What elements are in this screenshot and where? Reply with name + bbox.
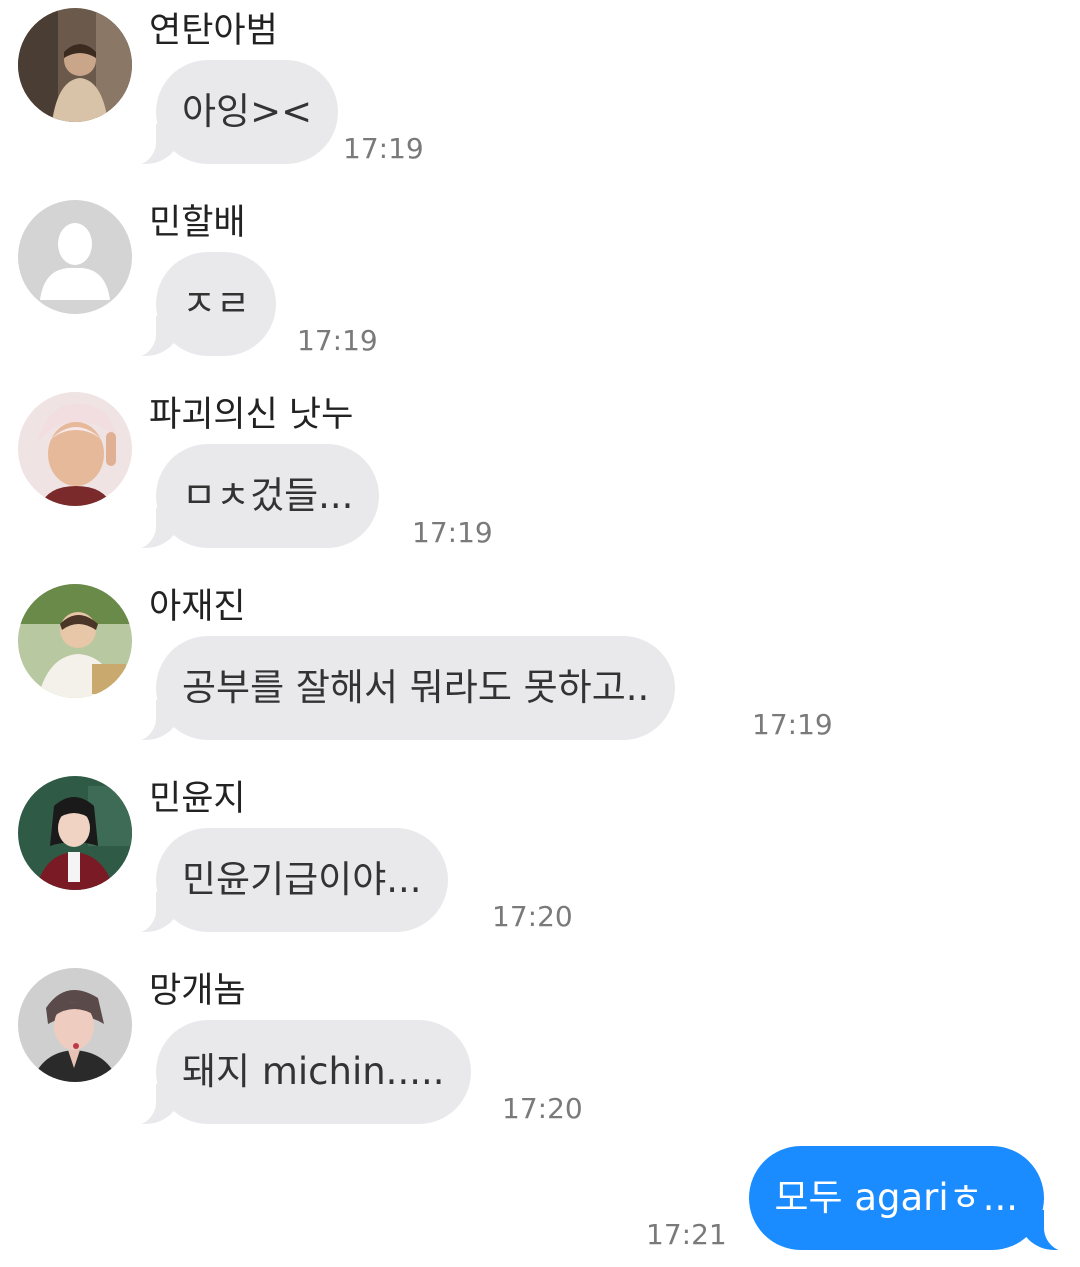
outgoing-message-bubble[interactable]: 모두 agariㅎ...: [748, 1146, 1078, 1252]
message-time: 17:20: [492, 900, 573, 933]
sender-name: 민윤지: [149, 779, 246, 819]
message-time: 17:21: [646, 1218, 727, 1251]
message-text: 민윤기급이야...: [182, 858, 422, 901]
message-text: ㅈㄹ: [182, 282, 251, 325]
default-person-icon: [18, 200, 132, 314]
message-bubble[interactable]: 돼지 michin.....: [122, 1020, 471, 1126]
message-text: 공부를 잘해서 뭐라도 못하고..: [182, 666, 650, 709]
message-text: 모두 agariㅎ...: [774, 1176, 1019, 1219]
message-bubble[interactable]: ㅈㄹ: [121, 252, 277, 358]
message-time: 17:19: [412, 516, 493, 549]
message-text: 아잉><: [182, 90, 313, 133]
avatar[interactable]: [18, 392, 132, 506]
sender-name: 아재진: [149, 587, 246, 627]
message-bubble[interactable]: ㅁㅊ겄들...: [121, 444, 380, 550]
avatar[interactable]: [18, 200, 132, 314]
avatar[interactable]: [18, 8, 132, 122]
avatar[interactable]: [18, 968, 132, 1082]
sender-name: 망개놈: [149, 971, 246, 1011]
avatar[interactable]: [18, 776, 132, 890]
message-time: 17:19: [752, 708, 833, 741]
sender-name: 연탄아범: [149, 11, 278, 51]
message-text: 돼지 michin.....: [182, 1050, 445, 1093]
photo-avatar-icon: [18, 8, 132, 122]
message-bubble[interactable]: 민윤기급이야...: [122, 828, 448, 934]
message-time: 17:19: [343, 132, 424, 165]
photo-avatar-icon: [18, 776, 132, 890]
photo-avatar-icon: [18, 392, 132, 506]
chat-thread: 연탄아범 아잉>< 17:19 민할배 ㅈㄹ 17:19 파괴의신 낫누 ㅁㅊ겄…: [0, 0, 1080, 1267]
sender-name: 민할배: [149, 203, 246, 243]
message-bubble[interactable]: 공부를 잘해서 뭐라도 못하고..: [121, 636, 676, 742]
avatar[interactable]: [18, 584, 132, 698]
message-bubble[interactable]: 아잉><: [121, 60, 339, 166]
message-time: 17:20: [502, 1092, 583, 1125]
sender-name: 파괴의신 낫누: [149, 395, 354, 435]
photo-avatar-icon: [18, 584, 132, 698]
message-text: ㅁㅊ겄들...: [182, 474, 354, 517]
message-time: 17:19: [297, 324, 378, 357]
photo-avatar-icon: [18, 968, 132, 1082]
